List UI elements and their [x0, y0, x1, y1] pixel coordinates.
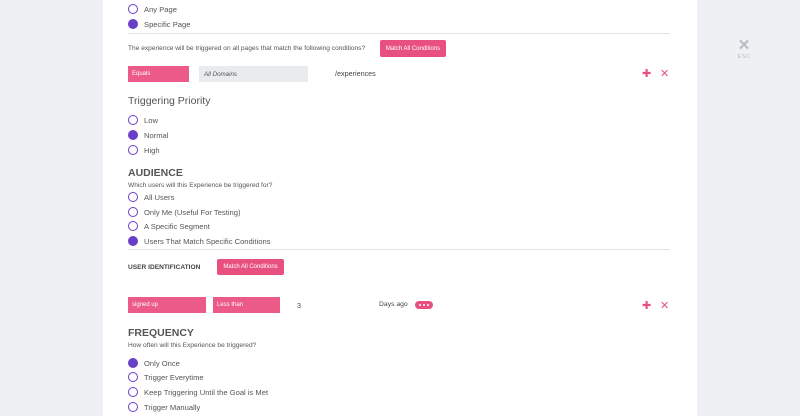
radio-button[interactable]: [128, 207, 138, 217]
audience-match-all-conditions-button[interactable]: Match All Conditions: [217, 259, 284, 275]
close-icon[interactable]: ✕: [732, 38, 756, 53]
remove-condition-icon[interactable]: ✕: [660, 69, 669, 80]
radio-priority-normal[interactable]: Normal: [128, 128, 168, 142]
radio-label: Only Me (Useful For Testing): [144, 207, 241, 217]
radio-label: Normal: [144, 130, 169, 140]
divider: [128, 33, 670, 34]
radio-label: Users That Match Specific Conditions: [144, 236, 271, 246]
radio-label: Trigger Everytime: [144, 372, 204, 382]
domain-select[interactable]: All Domains: [199, 66, 308, 82]
page-match-all-conditions-button[interactable]: Match All Conditions: [380, 40, 446, 57]
radio-trigger-everytime[interactable]: Trigger Everytime: [128, 370, 204, 384]
radio-users-matching-conditions[interactable]: Users That Match Specific Conditions: [128, 234, 270, 248]
frequency-title: FREQUENCY: [128, 327, 194, 339]
radio-priority-low[interactable]: Low: [128, 113, 158, 127]
radio-button[interactable]: [128, 19, 138, 29]
remove-audience-condition-icon[interactable]: ✕: [660, 301, 669, 312]
dot: [426, 303, 429, 307]
radio-only-me[interactable]: Only Me (Useful For Testing): [128, 205, 241, 219]
more-options-toggle[interactable]: [415, 301, 433, 309]
audience-title: AUDIENCE: [128, 167, 183, 179]
radio-label: Trigger Manually: [144, 402, 201, 412]
radio-button[interactable]: [128, 236, 138, 246]
radio-any-page[interactable]: Any Page: [128, 2, 177, 16]
radio-button[interactable]: [128, 402, 138, 412]
add-condition-icon[interactable]: ✚: [642, 69, 651, 80]
radio-button[interactable]: [128, 145, 138, 155]
radio-button[interactable]: [128, 387, 138, 397]
radio-button[interactable]: [128, 372, 138, 382]
radio-label: Only Once: [144, 358, 180, 368]
radio-label: Specific Page: [144, 19, 191, 29]
radio-label: High: [144, 145, 160, 155]
page-conditions-text: The experience will be triggered on all …: [128, 45, 366, 52]
radio-button[interactable]: [128, 130, 138, 140]
divider: [128, 249, 670, 250]
radio-button[interactable]: [128, 192, 138, 202]
radio-label: Low: [144, 115, 158, 125]
close-modal-button[interactable]: ✕ ESC: [732, 38, 756, 60]
url-path-input[interactable]: /experiences: [335, 69, 376, 78]
radio-specific-segment[interactable]: A Specific Segment: [128, 219, 210, 233]
radio-until-goal-met[interactable]: Keep Triggering Until the Goal is Met: [128, 385, 268, 399]
frequency-question: How often will this Experience be trigge…: [128, 342, 257, 349]
radio-label: A Specific Segment: [144, 221, 210, 231]
radio-button[interactable]: [128, 358, 138, 368]
user-identification-label: USER IDENTIFICATION: [128, 264, 201, 271]
condition-value-input[interactable]: 3: [297, 301, 301, 310]
radio-only-once[interactable]: Only Once: [128, 356, 180, 370]
radio-specific-page[interactable]: Specific Page: [128, 17, 190, 31]
audience-question: Which users will this Experience be trig…: [128, 182, 273, 189]
esc-label: ESC: [737, 54, 751, 60]
comparator-select[interactable]: Less than: [213, 297, 280, 313]
event-select[interactable]: signed up: [128, 297, 206, 313]
radio-label: Keep Triggering Until the Goal is Met: [144, 387, 269, 397]
condition-unit-label: Days ago: [379, 301, 408, 308]
dot: [422, 303, 426, 307]
radio-button[interactable]: [128, 115, 138, 125]
dot: [419, 303, 422, 307]
url-operator-select[interactable]: Equals: [128, 66, 189, 82]
add-audience-condition-icon[interactable]: ✚: [642, 301, 651, 312]
triggering-priority-title: Triggering Priority: [128, 95, 211, 107]
radio-button[interactable]: [128, 221, 138, 231]
radio-trigger-manually[interactable]: Trigger Manually: [128, 400, 200, 414]
experience-settings-panel: Any Page Specific Page The experience wi…: [103, 0, 697, 416]
radio-priority-high[interactable]: High: [128, 143, 160, 157]
radio-label: Any Page: [144, 4, 177, 14]
radio-all-users[interactable]: All Users: [128, 190, 174, 204]
radio-label: All Users: [144, 192, 175, 202]
radio-button[interactable]: [128, 4, 138, 14]
